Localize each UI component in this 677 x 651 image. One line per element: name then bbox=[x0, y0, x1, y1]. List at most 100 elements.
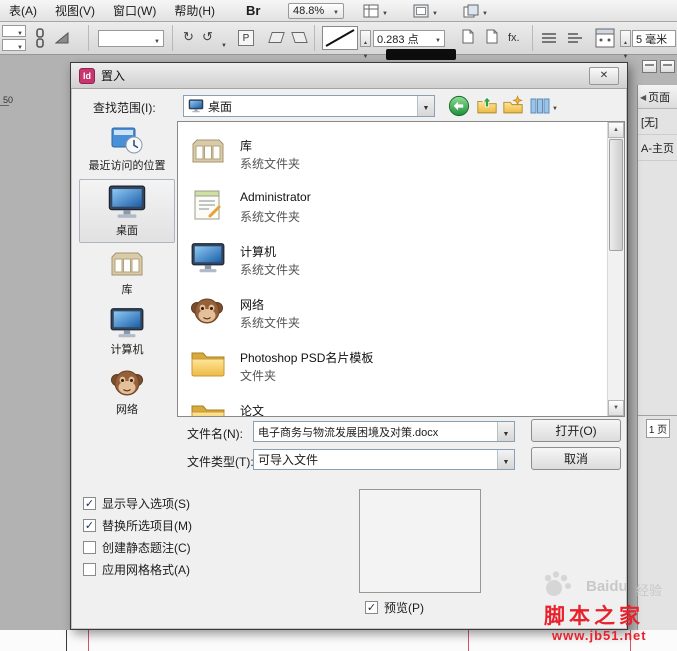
chevron-down-icon bbox=[503, 453, 510, 467]
pages-panel-tab[interactable]: 页面 bbox=[638, 85, 677, 109]
look-in-select[interactable]: 桌面 bbox=[183, 95, 435, 117]
effects-button[interactable]: fx. bbox=[508, 32, 520, 44]
checkbox[interactable]: ✓ bbox=[83, 518, 96, 532]
checkbox[interactable] bbox=[83, 540, 96, 554]
place-recent[interactable]: 最近访问的位置 bbox=[79, 125, 175, 173]
checkbox[interactable] bbox=[83, 562, 96, 576]
reference-combo-bottom[interactable] bbox=[2, 39, 26, 51]
file-name-value: 电子商务与物流发展困境及对策.docx bbox=[258, 426, 439, 439]
file-row-folder[interactable]: 论文 bbox=[182, 393, 602, 416]
file-row-computer[interactable]: 计算机 系统文件夹 bbox=[182, 234, 602, 286]
indesign-app-icon: Id bbox=[79, 67, 95, 84]
grid-stepper[interactable] bbox=[620, 30, 631, 47]
rotate-ccw-icon[interactable]: ↺ bbox=[202, 30, 213, 43]
up-one-level-button[interactable] bbox=[475, 94, 499, 118]
menu-view[interactable]: 视图(V) bbox=[46, 0, 104, 22]
chevron-down-icon bbox=[333, 5, 339, 17]
option-replace-selected[interactable]: ✓ 替换所选项目(M) bbox=[83, 517, 192, 533]
scrollbar[interactable] bbox=[607, 122, 624, 416]
ruler-tick bbox=[0, 105, 9, 106]
option-label: 显示导入选项(S) bbox=[102, 496, 190, 511]
new-folder-icon bbox=[503, 95, 523, 114]
align-icon[interactable] bbox=[566, 31, 584, 45]
stroke-weight-field[interactable]: 0.283 点 bbox=[373, 30, 445, 47]
folder-icon bbox=[191, 352, 225, 377]
place-network[interactable]: 网络 bbox=[79, 367, 175, 417]
transform-panel-icon[interactable] bbox=[594, 27, 616, 49]
rotate-cw-icon[interactable]: ↻ bbox=[183, 30, 194, 43]
file-row-libraries[interactable]: 库 系统文件夹 bbox=[182, 128, 602, 180]
text-wrap-icon[interactable] bbox=[540, 31, 558, 45]
chevron-down-icon bbox=[17, 24, 23, 38]
views-menu-button[interactable] bbox=[527, 94, 561, 118]
page-icon[interactable] bbox=[462, 29, 474, 44]
paragraph-proxy-icon[interactable] bbox=[238, 30, 254, 46]
stroke-style-preview[interactable] bbox=[386, 49, 456, 60]
file-type-select[interactable]: 可导入文件 bbox=[253, 449, 515, 470]
back-button[interactable] bbox=[447, 94, 471, 118]
diagonal-line-icon bbox=[325, 29, 355, 47]
panel-icon[interactable] bbox=[642, 60, 657, 73]
stroke-swatch[interactable] bbox=[322, 26, 358, 50]
chevron-down-icon[interactable] bbox=[221, 36, 227, 50]
combo-arrow-button[interactable] bbox=[497, 422, 514, 441]
separator bbox=[532, 25, 533, 51]
panel-icon[interactable] bbox=[660, 60, 675, 73]
down-arrow-icon bbox=[623, 47, 629, 61]
place-desktop[interactable]: 桌面 bbox=[79, 179, 175, 243]
stroke-weight-stepper[interactable] bbox=[360, 30, 371, 47]
view-options-button[interactable] bbox=[360, 2, 398, 20]
separator bbox=[314, 25, 315, 51]
constrain-link-icon[interactable] bbox=[34, 28, 46, 48]
cancel-button[interactable]: 取消 bbox=[531, 447, 621, 470]
master-a-item[interactable]: A-主页 bbox=[638, 135, 677, 161]
skew-alt-icon[interactable] bbox=[291, 32, 308, 43]
file-list: 库 系统文件夹 Administrator 系统文件夹 计算机 系统文件夹 网络… bbox=[177, 121, 625, 417]
file-row-administrator[interactable]: Administrator 系统文件夹 bbox=[182, 181, 602, 233]
file-row-folder[interactable]: Photoshop PSD名片模板 文件夹 bbox=[182, 340, 602, 392]
place-computer[interactable]: 计算机 bbox=[79, 307, 175, 357]
chevron-left-icon bbox=[640, 91, 646, 103]
option-create-static-captions[interactable]: 创建静态题注(C) bbox=[83, 539, 191, 555]
file-name: 网络 bbox=[240, 298, 265, 312]
indesign-app-window: 表(A) 视图(V) 窗口(W) 帮助(H) Br 48.8% ↻ ↺ bbox=[0, 0, 677, 651]
checkbox[interactable]: ✓ bbox=[83, 496, 96, 510]
screen-mode-icon bbox=[413, 4, 429, 18]
bridge-button[interactable]: Br bbox=[246, 0, 260, 22]
scroll-down-icon[interactable] bbox=[608, 400, 624, 416]
reference-combo-top[interactable] bbox=[2, 25, 26, 37]
new-folder-button[interactable] bbox=[501, 94, 525, 118]
close-button[interactable] bbox=[589, 66, 619, 85]
menu-table[interactable]: 表(A) bbox=[0, 0, 46, 22]
dialog-titlebar[interactable]: Id 置入 bbox=[71, 63, 627, 89]
grid-value-field[interactable]: 5 毫米 bbox=[632, 30, 676, 47]
recent-places-icon bbox=[111, 127, 143, 154]
file-name: 计算机 bbox=[240, 245, 277, 259]
checkbox[interactable]: ✓ bbox=[365, 600, 378, 614]
file-type-value: 可导入文件 bbox=[258, 453, 319, 467]
chevron-down-icon bbox=[423, 99, 430, 113]
arrange-documents-button[interactable] bbox=[460, 2, 498, 20]
option-apply-grid-format[interactable]: 应用网格格式(A) bbox=[83, 561, 190, 577]
option-preview[interactable]: ✓ 预览(P) bbox=[365, 599, 424, 615]
scroll-up-icon[interactable] bbox=[608, 122, 624, 138]
combo-arrow-button[interactable] bbox=[497, 450, 514, 469]
zoom-level-select[interactable]: 48.8% bbox=[288, 3, 344, 19]
menu-help[interactable]: 帮助(H) bbox=[165, 0, 224, 22]
option-show-import-options[interactable]: ✓ 显示导入选项(S) bbox=[83, 495, 190, 511]
scrollbar-thumb[interactable] bbox=[609, 139, 623, 251]
page-alt-icon[interactable] bbox=[486, 29, 498, 44]
place-libraries[interactable]: 库 bbox=[79, 249, 175, 297]
combo-arrow-button[interactable] bbox=[417, 96, 434, 116]
option-label: 创建静态题注(C) bbox=[102, 540, 191, 555]
menu-window[interactable]: 窗口(W) bbox=[104, 0, 165, 22]
file-name-input[interactable]: 电子商务与物流发展困境及对策.docx bbox=[253, 421, 515, 442]
preset-combo[interactable] bbox=[98, 30, 164, 47]
skew-icon[interactable] bbox=[268, 32, 285, 43]
file-row-network[interactable]: 网络 系统文件夹 bbox=[182, 287, 602, 339]
page-count[interactable]: 1 页 bbox=[645, 418, 671, 438]
flip-icon[interactable] bbox=[55, 32, 69, 44]
master-none-item[interactable]: [无] bbox=[638, 109, 677, 135]
screen-mode-button[interactable] bbox=[410, 2, 448, 20]
open-button[interactable]: 打开(O) bbox=[531, 419, 621, 442]
